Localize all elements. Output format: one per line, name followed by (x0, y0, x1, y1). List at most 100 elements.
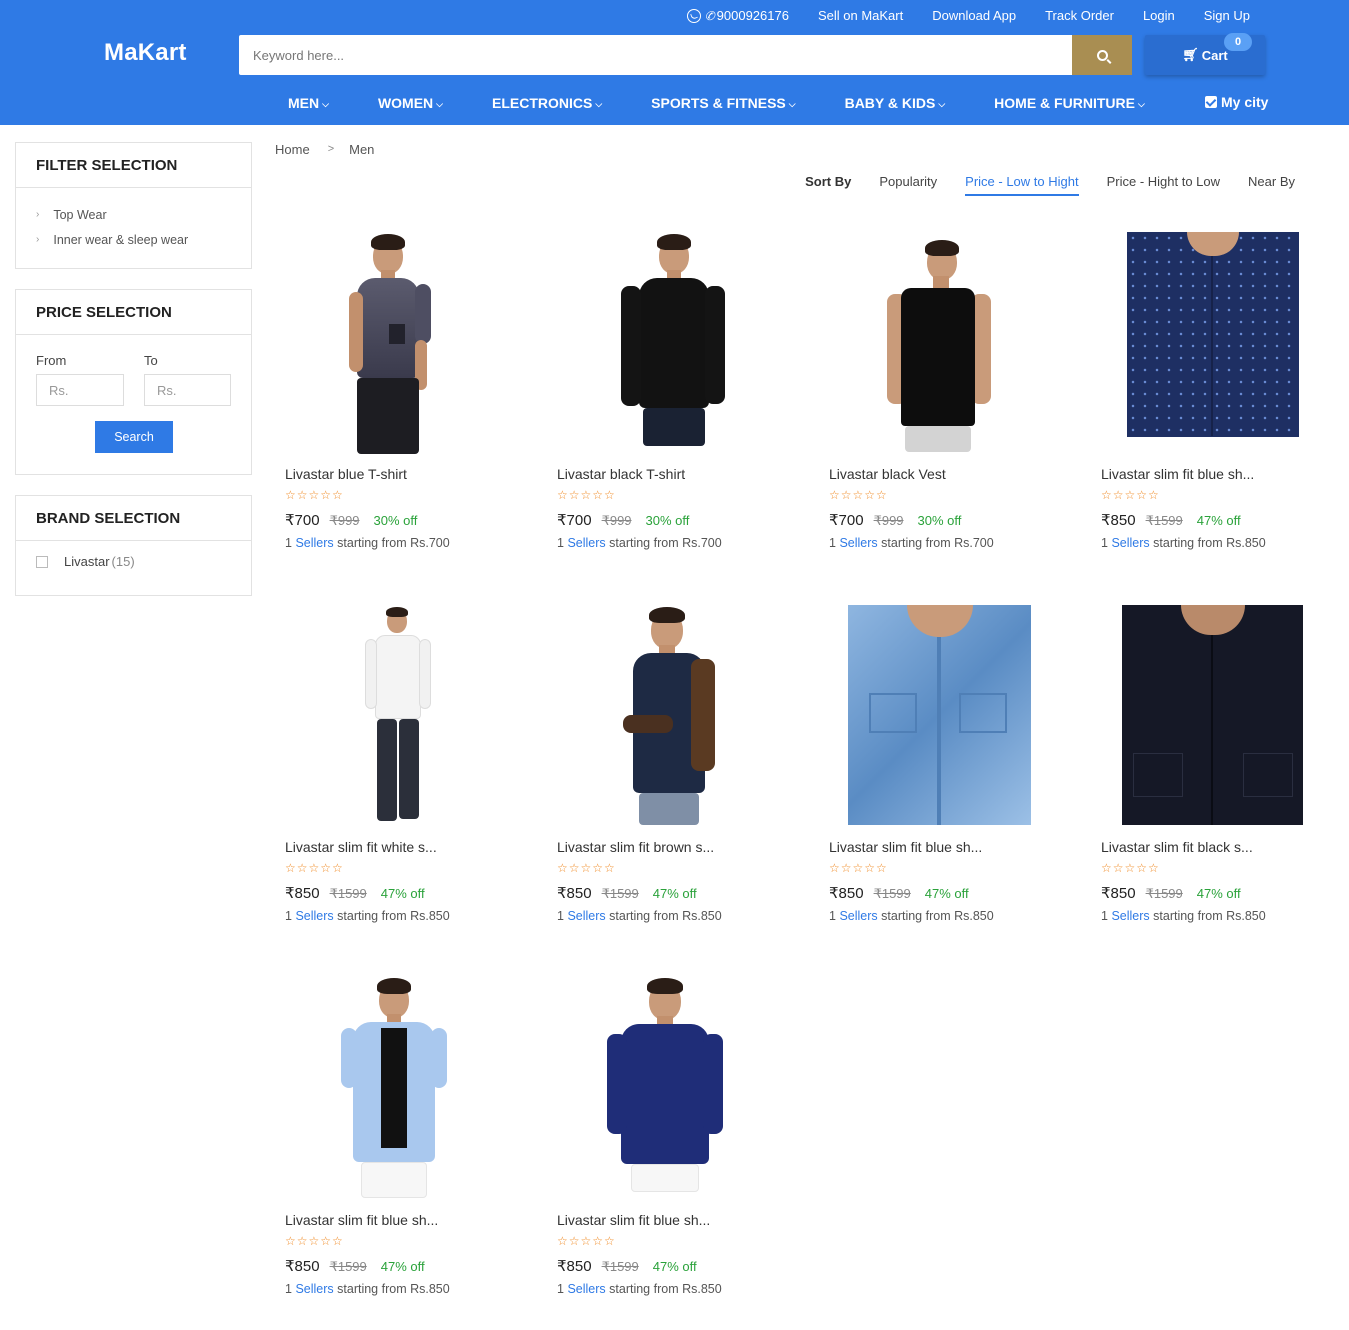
product-price: ₹850 ₹1599 47% off (285, 884, 425, 902)
nav-home-furniture[interactable]: HOME & FURNITURE ⌵ (994, 95, 1145, 111)
sellers-count: 1 (829, 536, 836, 550)
product-image[interactable] (819, 603, 1049, 833)
rating-stars: ☆☆☆☆☆ (285, 1234, 344, 1248)
price-now: ₹850 (557, 1258, 592, 1275)
sellers-link[interactable]: Sellers (1111, 909, 1149, 923)
download-app-link[interactable]: Download App (932, 8, 1016, 23)
sort-price-low-high[interactable]: Price - Low to Hight (965, 174, 1079, 196)
contact-phone[interactable]: ✆ 9000926176 (686, 8, 789, 23)
product-image[interactable] (1091, 603, 1321, 833)
product-name[interactable]: Livastar black T-shirt (557, 466, 685, 482)
discount: 47% off (652, 1259, 697, 1274)
product-image[interactable] (1091, 230, 1321, 460)
price-mrp: ₹1599 (601, 886, 639, 901)
filter-title: FILTER SELECTION (16, 143, 251, 188)
breadcrumb: Home > Men (275, 142, 374, 157)
product-image[interactable] (547, 603, 777, 833)
sell-link[interactable]: Sell on MaKart (818, 8, 903, 23)
sort-popularity[interactable]: Popularity (879, 174, 937, 196)
product-card[interactable]: Livastar slim fit blue sh... ☆☆☆☆☆ ₹850 ₹… (819, 603, 1049, 943)
nav-women[interactable]: WOMEN ⌵ (378, 95, 443, 111)
product-card[interactable]: Livastar slim fit blue sh... ☆☆☆☆☆ ₹850 ₹… (1091, 230, 1321, 570)
product-card[interactable]: Livastar slim fit brown s... ☆☆☆☆☆ ₹850 ₹… (547, 603, 777, 943)
sellers-link[interactable]: Sellers (295, 909, 333, 923)
starting-from: starting from Rs.850 (337, 1282, 450, 1296)
sort-near-by[interactable]: Near By (1248, 174, 1295, 196)
price-mrp: ₹999 (601, 513, 632, 528)
product-name[interactable]: Livastar slim fit blue sh... (829, 839, 982, 855)
product-card[interactable]: Livastar blue T-shirt ☆☆☆☆☆ ₹700 ₹999 30% … (275, 230, 505, 570)
sellers-link[interactable]: Sellers (295, 536, 333, 550)
product-price: ₹850 ₹1599 47% off (285, 1257, 425, 1275)
sellers-link[interactable]: Sellers (567, 909, 605, 923)
rating-stars: ☆☆☆☆☆ (557, 1234, 616, 1248)
filter-item-top-wear[interactable]: › Top Wear (36, 202, 251, 227)
filter-item-inner-wear[interactable]: › Inner wear & sleep wear (36, 227, 251, 252)
nav-sports-fitness[interactable]: SPORTS & FITNESS ⌵ (651, 95, 795, 111)
product-name[interactable]: Livastar blue T-shirt (285, 466, 407, 482)
product-name[interactable]: Livastar slim fit blue sh... (1101, 466, 1254, 482)
product-card[interactable]: Livastar slim fit black s... ☆☆☆☆☆ ₹850 ₹… (1091, 603, 1321, 943)
product-price: ₹700 ₹999 30% off (285, 511, 417, 529)
site-logo[interactable]: MaKart (104, 39, 187, 67)
sort-price-high-low[interactable]: Price - Hight to Low (1107, 174, 1220, 196)
search-input[interactable] (239, 35, 1072, 75)
product-image[interactable] (275, 976, 505, 1206)
sellers-link[interactable]: Sellers (839, 536, 877, 550)
nav-men[interactable]: MEN ⌵ (288, 95, 329, 111)
product-price: ₹700 ₹999 30% off (829, 511, 961, 529)
product-card[interactable]: Livastar black T-shirt ☆☆☆☆☆ ₹700 ₹999 30%… (547, 230, 777, 570)
price-from-input[interactable] (36, 374, 124, 406)
sellers-link[interactable]: Sellers (567, 536, 605, 550)
product-image[interactable] (819, 230, 1049, 460)
price-mrp: ₹1599 (329, 886, 367, 901)
chevron-right-icon: › (36, 209, 40, 220)
price-now: ₹700 (557, 512, 592, 529)
price-to-input[interactable] (144, 374, 231, 406)
search-button[interactable] (1072, 35, 1132, 75)
product-name[interactable]: Livastar slim fit brown s... (557, 839, 714, 855)
product-image[interactable] (275, 230, 505, 460)
price-title: PRICE SELECTION (16, 290, 251, 335)
sellers-link[interactable]: Sellers (295, 1282, 333, 1296)
login-link[interactable]: Login (1143, 8, 1175, 23)
my-city-toggle[interactable]: My city (1205, 94, 1268, 110)
sellers-link[interactable]: Sellers (1111, 536, 1149, 550)
cart-icon: 🛒︎ (1182, 47, 1199, 62)
sellers-count: 1 (557, 909, 564, 923)
price-now: ₹850 (285, 1258, 320, 1275)
product-image[interactable] (547, 976, 777, 1206)
sellers-link[interactable]: Sellers (567, 1282, 605, 1296)
product-image[interactable] (547, 230, 777, 460)
breadcrumb-home[interactable]: Home (275, 142, 310, 157)
signup-link[interactable]: Sign Up (1204, 8, 1250, 23)
discount: 47% off (380, 1259, 425, 1274)
starting-from: starting from Rs.850 (1153, 536, 1266, 550)
product-image[interactable] (275, 603, 505, 833)
product-name[interactable]: Livastar slim fit white s... (285, 839, 437, 855)
price-panel: PRICE SELECTION From To Search (15, 289, 252, 475)
product-card[interactable]: Livastar slim fit blue sh... ☆☆☆☆☆ ₹850 ₹… (275, 976, 505, 1316)
sellers-info: 1 Sellers starting from Rs.850 (1101, 909, 1266, 923)
brand-count: (15) (111, 554, 135, 569)
sellers-link[interactable]: Sellers (839, 909, 877, 923)
product-name[interactable]: Livastar black Vest (829, 466, 946, 482)
price-mrp: ₹1599 (1145, 886, 1183, 901)
price-now: ₹700 (285, 512, 320, 529)
product-name[interactable]: Livastar slim fit black s... (1101, 839, 1253, 855)
track-order-link[interactable]: Track Order (1045, 8, 1114, 23)
site-header: ✆ 9000926176 Sell on MaKart Download App… (0, 0, 1349, 125)
nav-electronics[interactable]: ELECTRONICS ⌵ (492, 95, 602, 111)
nav-baby-kids[interactable]: BABY & KIDS ⌵ (845, 95, 946, 111)
product-card[interactable]: Livastar slim fit white s... ☆☆☆☆☆ ₹850 ₹… (275, 603, 505, 943)
price-search-button[interactable]: Search (95, 421, 173, 453)
discount: 30% off (645, 513, 690, 528)
product-name[interactable]: Livastar slim fit blue sh... (285, 1212, 438, 1228)
nav-label: SPORTS & FITNESS (651, 95, 786, 111)
filter-list: › Top Wear › Inner wear & sleep wear (16, 188, 251, 252)
product-name[interactable]: Livastar slim fit blue sh... (557, 1212, 710, 1228)
product-card[interactable]: Livastar slim fit blue sh... ☆☆☆☆☆ ₹850 ₹… (547, 976, 777, 1316)
checkbox-checked-icon (1205, 96, 1217, 108)
brand-checkbox-livastar[interactable]: Livastar (15) (16, 541, 251, 569)
product-card[interactable]: Livastar black Vest ☆☆☆☆☆ ₹700 ₹999 30% of… (819, 230, 1049, 570)
